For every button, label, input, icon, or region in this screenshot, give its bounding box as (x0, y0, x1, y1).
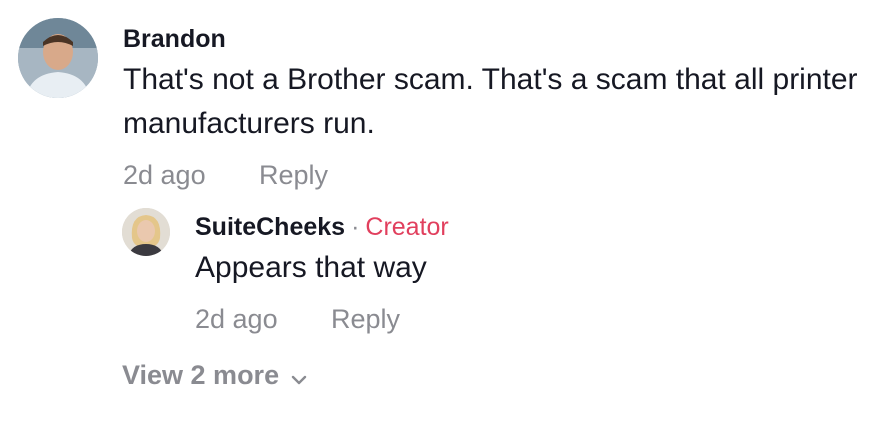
view-more-label: View 2 more (122, 360, 280, 390)
comment-timestamp: 2d ago (123, 160, 206, 190)
avatar[interactable] (122, 208, 170, 256)
avatar[interactable] (18, 18, 98, 98)
view-more-replies-button[interactable]: View 2 more (122, 360, 309, 391)
reply-button[interactable]: Reply (259, 160, 328, 191)
reply-meta: 2d ago Reply (195, 304, 795, 335)
comment-body: Brandon That's not a Brother scam. That'… (123, 24, 863, 191)
chevron-down-icon (289, 366, 309, 386)
reply-text: Appears that way (195, 251, 427, 284)
comment-meta: 2d ago Reply (123, 160, 863, 191)
user-avatar-icon (18, 18, 98, 98)
comment-username[interactable]: Brandon (123, 24, 863, 54)
user-avatar-icon (122, 208, 170, 256)
creator-badge: Creator (365, 213, 449, 241)
separator-dot: · (351, 213, 360, 241)
reply-button[interactable]: Reply (331, 304, 400, 335)
comment-text: That's not a Brother scam. That's a scam… (123, 63, 858, 140)
reply-body: SuiteCheeks · Creator Appears that way 2d … (195, 212, 795, 335)
reply-username[interactable]: SuiteCheeks (195, 213, 345, 241)
reply-username-line: SuiteCheeks · Creator (195, 212, 795, 242)
reply-timestamp: 2d ago (195, 304, 278, 334)
